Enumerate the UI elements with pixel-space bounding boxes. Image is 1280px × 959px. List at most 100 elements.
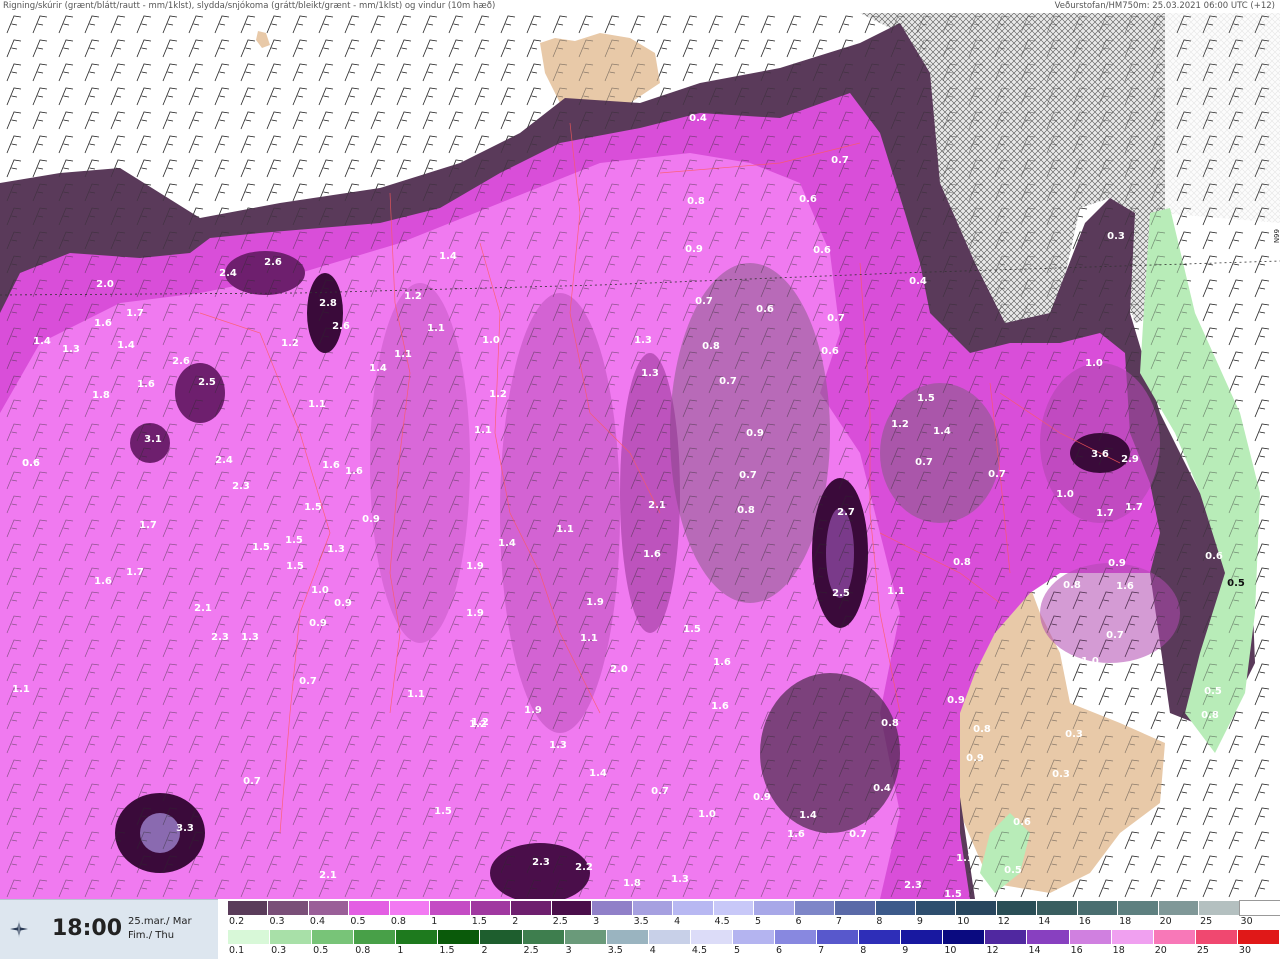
precip-value: 1.3 xyxy=(62,344,80,355)
precip-value: 1.2 xyxy=(281,338,299,349)
precip-value: 2.7 xyxy=(837,507,855,518)
legend-swatch xyxy=(835,901,876,915)
legend-label: 3 xyxy=(565,945,572,956)
legend-label: 14 xyxy=(1028,945,1041,956)
legend-label: 5 xyxy=(733,945,740,956)
precip-value: 1.3 xyxy=(241,632,259,643)
precip-value: 1.1 xyxy=(556,524,574,535)
legend-label: 0.3 xyxy=(271,945,287,956)
precip-value: 2.5 xyxy=(832,588,850,599)
legend-swatch xyxy=(859,930,902,944)
precip-value: 1.1 xyxy=(427,323,445,334)
precip-value: 1.6 xyxy=(643,549,661,560)
precip-value: 2.3 xyxy=(211,632,229,643)
legend-label: 0.8 xyxy=(390,916,406,927)
legend-swatch xyxy=(1069,930,1112,944)
legend-swatch xyxy=(956,901,997,915)
precip-value: 0.8 xyxy=(687,196,705,207)
precip-value: 1.1 xyxy=(887,586,905,597)
legend-label: 0.3 xyxy=(269,916,285,927)
precip-value: 1.6 xyxy=(94,576,112,587)
legend-label: 20 xyxy=(1154,945,1167,956)
legend-label: 0.5 xyxy=(313,945,329,956)
legend-swatch xyxy=(1037,901,1078,915)
legend-snow-labels: 0.2 0.3 0.4 0.5 0.8 1 1.5 2 2.5 3 3.5 4 4.5 5 6 7 8 9 10 12… xyxy=(228,916,1280,928)
precip-value: 1.5 xyxy=(286,561,304,572)
precip-value: 1.4 xyxy=(799,810,817,821)
precip-value: 1.1 xyxy=(474,425,492,436)
legend-label: 1.5 xyxy=(439,945,455,956)
precip-value: 3.1 xyxy=(144,434,162,445)
legend-label: 3.5 xyxy=(633,916,649,927)
precip-value: 1.7 xyxy=(139,520,157,531)
legend-snow-colors xyxy=(228,900,1280,916)
precip-value: 0.8 xyxy=(973,724,991,735)
precip-value: 1.3 xyxy=(641,368,659,379)
precip-value: 0.3 xyxy=(1052,769,1070,780)
precip-value: 1.6 xyxy=(137,379,155,390)
precip-value: 2.8 xyxy=(319,298,337,309)
legend-swatch xyxy=(1077,901,1119,915)
precip-value: 1.4 xyxy=(33,336,51,347)
legend-swatch xyxy=(915,901,957,915)
legend-swatch xyxy=(551,901,593,915)
precip-value: 1.7 xyxy=(126,567,144,578)
legend-label: 4.5 xyxy=(714,916,730,927)
legend-swatch xyxy=(1238,900,1280,916)
legend-label: 6 xyxy=(776,945,783,956)
legend-rain-colors xyxy=(228,930,1280,944)
legend-swatch xyxy=(470,901,512,915)
legend-label: 1 xyxy=(431,916,438,927)
precip-value: 0.7 xyxy=(988,469,1006,480)
precip-value: 1.6 xyxy=(322,460,340,471)
precip-value: 0.5 xyxy=(1004,865,1022,876)
legend-label: 3.5 xyxy=(607,945,623,956)
precip-value: 1.4 xyxy=(589,768,607,779)
precip-value: 0.7 xyxy=(827,313,845,324)
legend-swatch xyxy=(312,930,355,944)
precip-value: 1.1 xyxy=(12,684,30,695)
precip-value: 0.5 xyxy=(1204,686,1222,697)
precip-value: 1.4 xyxy=(439,251,457,262)
legend-swatch xyxy=(522,930,565,944)
legend-label: 2 xyxy=(481,945,488,956)
legend-swatch xyxy=(592,901,633,915)
precip-value: 1.0 xyxy=(1081,656,1099,667)
precip-value: 0.7 xyxy=(831,155,849,166)
legend-label: 18 xyxy=(1112,945,1125,956)
precip-value: 1.6 xyxy=(94,318,112,329)
legend-label: 8 xyxy=(876,916,883,927)
legend-swatch xyxy=(648,930,691,944)
precip-value: 1.7 xyxy=(1125,502,1143,513)
precip-value: 1.5 xyxy=(683,624,701,635)
valid-weekday: Fim./ Thu xyxy=(128,930,175,941)
legend-label: 0.4 xyxy=(309,916,326,927)
precip-value: 2.1 xyxy=(648,500,666,511)
legend-swatch xyxy=(349,901,390,915)
legend-label: 10 xyxy=(944,945,957,956)
legend-label: 9 xyxy=(902,945,909,956)
precip-value: 2.1 xyxy=(319,870,337,881)
precip-value: 1.6 xyxy=(713,657,731,668)
precip-value: 1.6 xyxy=(345,466,363,477)
precip-value: 1.4 xyxy=(933,426,951,437)
precip-value: 0.9 xyxy=(947,695,965,706)
precip-value: 3.6 xyxy=(1091,449,1109,460)
precip-value: 0.3 xyxy=(1065,729,1083,740)
legend-swatch xyxy=(996,901,1038,915)
footer: 18:00 25.mar./ Mar Fim./ Thu 0.2 0.3 0.4 0.… xyxy=(0,899,1280,959)
precip-value: 2.4 xyxy=(215,455,233,466)
legend-label: 30 xyxy=(1238,945,1251,956)
precip-value: 1.6 xyxy=(711,701,729,712)
legend-swatch xyxy=(732,930,776,944)
legend-swatch xyxy=(480,930,523,944)
precip-value: 1.0 xyxy=(1085,358,1103,369)
legend-label: 2.5 xyxy=(552,916,568,927)
precip-value: 0.9 xyxy=(753,792,771,803)
weather-map: 66N 0.4 0.7 0.8 0.6 0.9 0.6 0.3 0.4 0.7 … xyxy=(0,13,1280,899)
precip-value: 1.7 xyxy=(1096,508,1114,519)
precip-value: 0.6 xyxy=(821,346,839,357)
precip-value: 0.7 xyxy=(299,676,317,687)
precip-value: 0.8 xyxy=(702,341,720,352)
legend-label: 1.5 xyxy=(471,916,487,927)
